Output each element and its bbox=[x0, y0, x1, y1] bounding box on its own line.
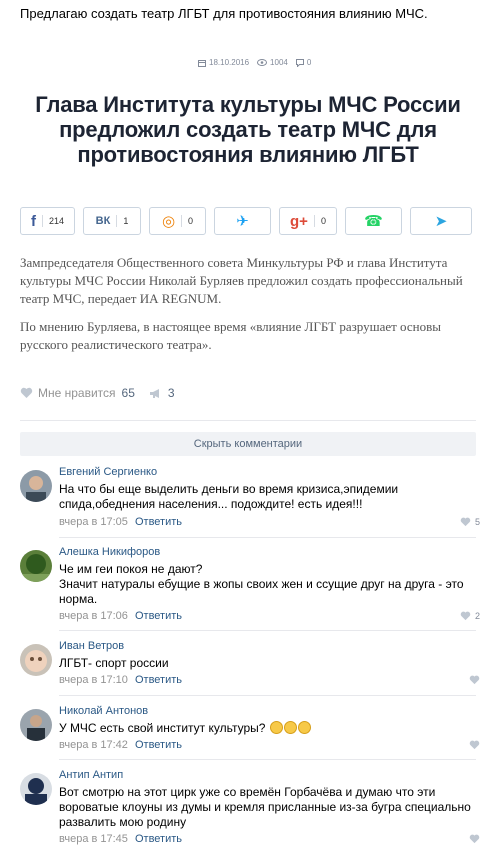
like-count: 65 bbox=[121, 386, 135, 400]
telegram-icon: ➤ bbox=[434, 213, 448, 230]
avatar[interactable] bbox=[20, 644, 52, 676]
divider bbox=[59, 759, 476, 760]
heart-icon bbox=[460, 611, 471, 621]
comment-text: На что бы еще выделить деньги во время к… bbox=[59, 482, 399, 511]
hide-comments-button[interactable]: Скрыть комментарии bbox=[20, 432, 476, 456]
share-count: 214 bbox=[48, 216, 65, 226]
comment-footer: вчера в 17:45 Ответить bbox=[59, 833, 182, 845]
megaphone-icon bbox=[149, 388, 159, 398]
share-button[interactable]: f 214 bbox=[20, 207, 75, 235]
vk-icon: ВК bbox=[95, 215, 111, 227]
share-button[interactable]: ВК 1 bbox=[83, 207, 141, 235]
comment-author[interactable]: Иван Ветров bbox=[59, 640, 124, 652]
heart-icon bbox=[469, 740, 480, 750]
share-separator bbox=[116, 215, 118, 227]
reply-link[interactable]: Ответить bbox=[135, 833, 182, 845]
comment-text: Че им геи покоя не дают? Значит натуралы… bbox=[59, 562, 464, 606]
emoji-icon bbox=[269, 721, 283, 734]
comment-text: ЛГБТ- спорт россии bbox=[59, 656, 169, 670]
reply-link[interactable]: Ответить bbox=[135, 674, 182, 686]
comment-time[interactable]: вчера в 17:42 bbox=[59, 739, 128, 751]
article-meta: 18.10.2016 1004 0 bbox=[198, 58, 311, 67]
comment-footer: вчера в 17:06 Ответить bbox=[59, 610, 182, 622]
comment-time[interactable]: вчера в 17:06 bbox=[59, 610, 128, 622]
odnoklassniki-icon: ◎ bbox=[161, 213, 176, 230]
heart-icon bbox=[469, 675, 480, 685]
comment-like-button[interactable]: 5 bbox=[460, 517, 480, 527]
avatar[interactable] bbox=[20, 470, 52, 502]
heart-icon bbox=[20, 387, 33, 398]
article-date: 18.10.2016 bbox=[198, 58, 249, 67]
share-button[interactable]: ☎ bbox=[345, 207, 402, 235]
article-comments: 0 bbox=[295, 58, 311, 67]
comment-footer: вчера в 17:42 Ответить bbox=[59, 739, 182, 751]
emoji-icon bbox=[283, 721, 297, 734]
eye-icon bbox=[257, 59, 268, 66]
share-count: 0 bbox=[188, 216, 194, 226]
post-actions: Мне нравится 65 3 bbox=[20, 386, 175, 400]
share-count: 0 bbox=[320, 216, 326, 226]
share-button[interactable]: g+ 0 bbox=[279, 207, 337, 235]
share-button[interactable]: ✈ bbox=[214, 207, 271, 235]
share-button[interactable]: ◎ 0 bbox=[149, 207, 206, 235]
share-separator bbox=[181, 215, 183, 227]
article-card[interactable]: 18.10.2016 1004 0 Глава Института культу… bbox=[20, 44, 476, 359]
divider bbox=[20, 420, 476, 421]
article-views: 1004 bbox=[257, 58, 288, 67]
facebook-icon: f bbox=[30, 212, 36, 230]
repost-button[interactable]: 3 bbox=[149, 386, 175, 400]
comment-footer: вчера в 17:10 Ответить bbox=[59, 674, 182, 686]
divider bbox=[59, 537, 476, 538]
post-caption: Предлагаю создать театр ЛГБТ для противо… bbox=[20, 6, 428, 21]
article-paragraph: По мнению Бурляева, в настоящее время «в… bbox=[20, 319, 441, 352]
comment-author[interactable]: Антип Антип bbox=[59, 769, 123, 781]
twitter-icon: ✈ bbox=[236, 213, 249, 230]
comment-time[interactable]: вчера в 17:05 bbox=[59, 516, 128, 528]
comment-icon bbox=[295, 58, 304, 67]
share-buttons: f 214 ВК 1 ◎ 0 ✈ g+ 0 ☎ ➤ bbox=[20, 207, 476, 235]
calendar-icon bbox=[198, 59, 206, 67]
like-button[interactable]: Мне нравится bbox=[20, 386, 116, 400]
article-paragraph: Зампредседателя Общественного совета Мин… bbox=[20, 255, 463, 306]
reply-link[interactable]: Ответить bbox=[135, 739, 182, 751]
comment-author[interactable]: Евгений Сергиенко bbox=[59, 466, 157, 478]
share-button[interactable]: ➤ bbox=[410, 207, 472, 235]
comment-text: У МЧС есть свой институт культуры? bbox=[59, 721, 479, 736]
emoji-icon bbox=[297, 721, 311, 734]
comment-time[interactable]: вчера в 17:45 bbox=[59, 833, 128, 845]
share-separator bbox=[313, 215, 315, 227]
comment-footer: вчера в 17:05 Ответить bbox=[59, 516, 182, 528]
share-separator bbox=[41, 215, 43, 227]
comment-time[interactable]: вчера в 17:10 bbox=[59, 674, 128, 686]
comment-text: Вот смотрю на этот цирк уже со времён Го… bbox=[59, 785, 471, 829]
comment-author[interactable]: Николай Антонов bbox=[59, 705, 148, 717]
comment-like-button[interactable] bbox=[469, 834, 480, 844]
share-count: 1 bbox=[123, 216, 129, 226]
heart-icon bbox=[460, 517, 471, 527]
reply-link[interactable]: Ответить bbox=[135, 610, 182, 622]
avatar[interactable] bbox=[20, 550, 52, 582]
heart-icon bbox=[469, 834, 480, 844]
comment-like-button[interactable]: 2 bbox=[460, 611, 480, 621]
googleplus-icon: g+ bbox=[290, 212, 308, 230]
avatar[interactable] bbox=[20, 709, 52, 741]
article-headline: Глава Института культуры МЧС России пред… bbox=[35, 92, 461, 167]
reply-link[interactable]: Ответить bbox=[135, 516, 182, 528]
comment-author[interactable]: Алешка Никифоров bbox=[59, 546, 160, 558]
whatsapp-icon: ☎ bbox=[364, 213, 383, 230]
avatar[interactable] bbox=[20, 773, 52, 805]
divider bbox=[59, 695, 476, 696]
comment-like-button[interactable] bbox=[469, 675, 480, 685]
comment-like-button[interactable] bbox=[469, 740, 480, 750]
divider bbox=[59, 630, 476, 631]
